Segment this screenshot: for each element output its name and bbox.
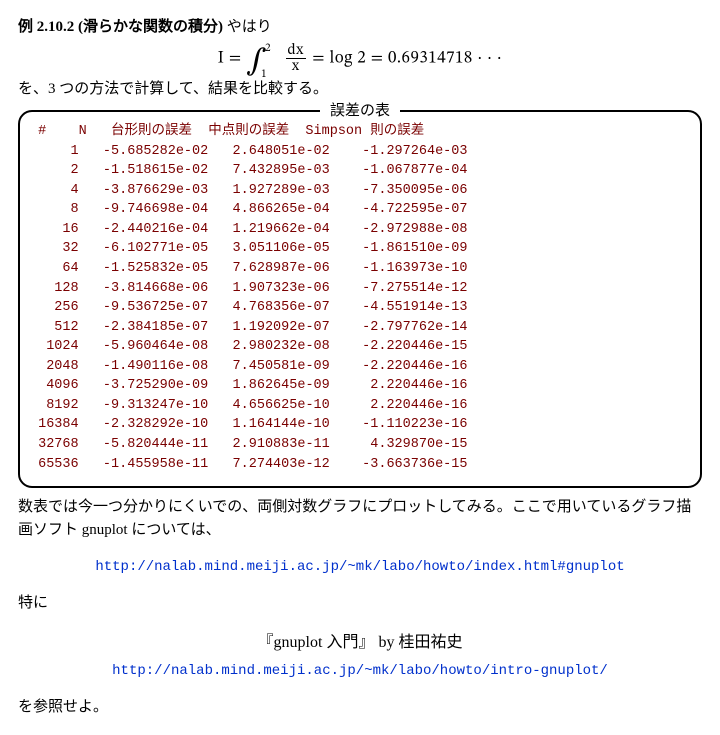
- integral-sign: ∫21: [246, 43, 279, 73]
- table-header-row: # N 台形則の誤差 中点則の誤差 Simpson 則の誤差: [30, 122, 690, 142]
- example-after: やはり: [223, 19, 272, 35]
- table-row: 2 -1.518615e-02 7.432895e-03 -1.067877e-…: [30, 161, 690, 181]
- link-row-2: http://nalab.mind.meiji.ac.jp/~mk/labo/h…: [18, 659, 702, 682]
- table-row: 512 -2.384185e-07 1.192092e-07 -2.797762…: [30, 318, 690, 338]
- link-row-1: http://nalab.mind.meiji.ac.jp/~mk/labo/h…: [18, 555, 702, 578]
- example-heading: 例 2.10.2 (滑らかな関数の積分) やはり: [18, 16, 702, 39]
- integral-equation: I = ∫21 dx x = log 2 = 0.69314718 · · ·: [18, 43, 702, 74]
- table-row: 64 -1.525832e-05 7.628987e-06 -1.163973e…: [30, 259, 690, 279]
- table-row: 65536 -1.455958e-11 7.274403e-12 -3.6637…: [30, 455, 690, 475]
- closing-text: を参照せよ。: [18, 696, 702, 719]
- error-table-box: 誤差の表 # N 台形則の誤差 中点則の誤差 Simpson 則の誤差 1 -5…: [18, 110, 702, 488]
- table-row: 32 -6.102771e-05 3.051106e-05 -1.861510e…: [30, 239, 690, 259]
- fraction: dx x: [286, 43, 306, 74]
- intro-gnuplot-link[interactable]: http://nalab.mind.meiji.ac.jp/~mk/labo/h…: [112, 663, 608, 679]
- table-row: 1024 -5.960464e-08 2.980232e-08 -2.22044…: [30, 337, 690, 357]
- table-row: 8192 -9.313247e-10 4.656625e-10 2.220446…: [30, 396, 690, 416]
- box-title: 誤差の表: [320, 100, 400, 123]
- credit-line: 『gnuplot 入門』 by 桂田祐史: [18, 631, 702, 655]
- table-row: 4096 -3.725290e-09 1.862645e-09 2.220446…: [30, 376, 690, 396]
- explain-line: を、3 つの方法で計算して、結果を比較する。: [18, 78, 702, 101]
- table-row: 32768 -5.820444e-11 2.910883e-11 4.32987…: [30, 435, 690, 455]
- after-table-text: 数表では今一つ分かりにくいでの、両側対数グラフにプロットしてみる。ここで用いてい…: [18, 496, 702, 541]
- table-row: 2048 -1.490116e-08 7.450581e-09 -2.22044…: [30, 357, 690, 377]
- table-row: 128 -3.814668e-06 1.907323e-06 -7.275514…: [30, 279, 690, 299]
- gnuplot-howto-link[interactable]: http://nalab.mind.meiji.ac.jp/~mk/labo/h…: [95, 559, 624, 575]
- table-row: 4 -3.876629e-03 1.927289e-03 -7.350095e-…: [30, 181, 690, 201]
- table-row: 16384 -2.328292e-10 1.164144e-10 -1.1102…: [30, 415, 690, 435]
- example-label: 例 2.10.2 (滑らかな関数の積分): [18, 19, 223, 35]
- table-row: 256 -9.536725e-07 4.768356e-07 -4.551914…: [30, 298, 690, 318]
- tokuni-text: 特に: [18, 592, 702, 615]
- table-row: 1 -5.685282e-02 2.648051e-02 -1.297264e-…: [30, 142, 690, 162]
- table-row: 8 -9.746698e-04 4.866265e-04 -4.722595e-…: [30, 200, 690, 220]
- table-row: 16 -2.440216e-04 1.219662e-04 -2.972988e…: [30, 220, 690, 240]
- eq-rhs: = log 2 = 0.69314718 · · ·: [312, 50, 502, 67]
- eq-lhs: I =: [218, 50, 242, 67]
